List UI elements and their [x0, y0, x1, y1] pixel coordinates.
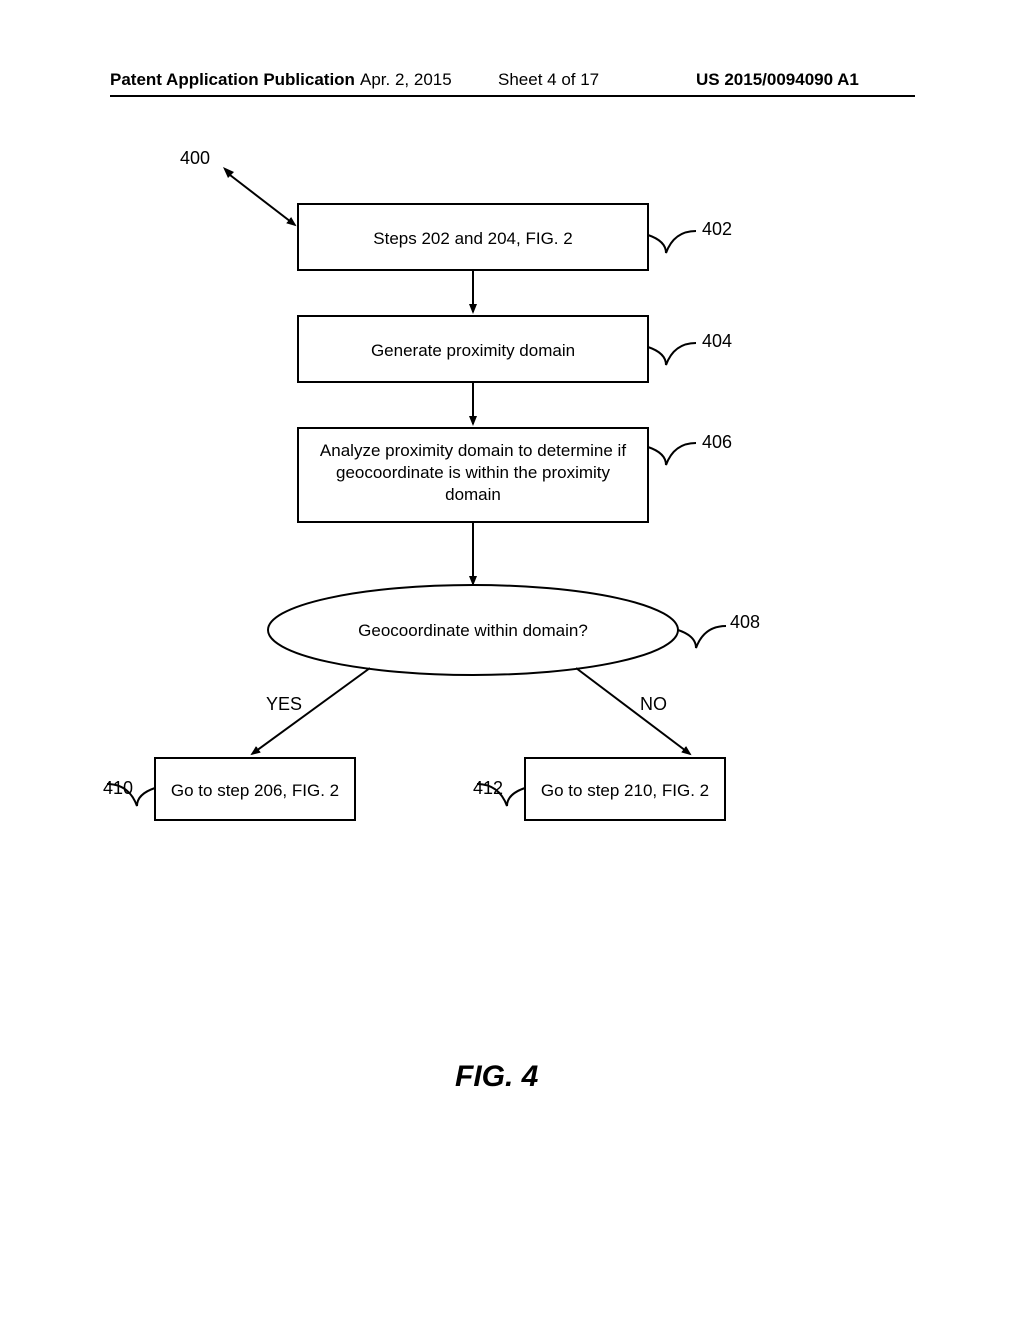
ref-402: 402	[702, 219, 732, 240]
box-402-text: Steps 202 and 204, FIG. 2	[298, 228, 648, 250]
ref-404: 404	[702, 331, 732, 352]
ref-400: 400	[180, 148, 210, 169]
box-412-text: Go to step 210, FIG. 2	[525, 780, 725, 802]
ref-412: 412	[473, 778, 503, 799]
box-410-text: Go to step 206, FIG. 2	[155, 780, 355, 802]
flowchart-svg	[0, 0, 1024, 1320]
ref-410: 410	[103, 778, 133, 799]
decision-408-text: Geocoordinate within domain?	[298, 620, 648, 642]
box-404-text: Generate proximity domain	[298, 340, 648, 362]
branch-yes: YES	[266, 694, 302, 715]
ref-408: 408	[730, 612, 760, 633]
page-root: Patent Application Publication Apr. 2, 2…	[0, 0, 1024, 1320]
branch-no: NO	[640, 694, 667, 715]
ref-406: 406	[702, 432, 732, 453]
figure-title: FIG. 4	[455, 1060, 538, 1094]
box-406-text: Analyze proximity domain to determine if…	[308, 440, 638, 506]
